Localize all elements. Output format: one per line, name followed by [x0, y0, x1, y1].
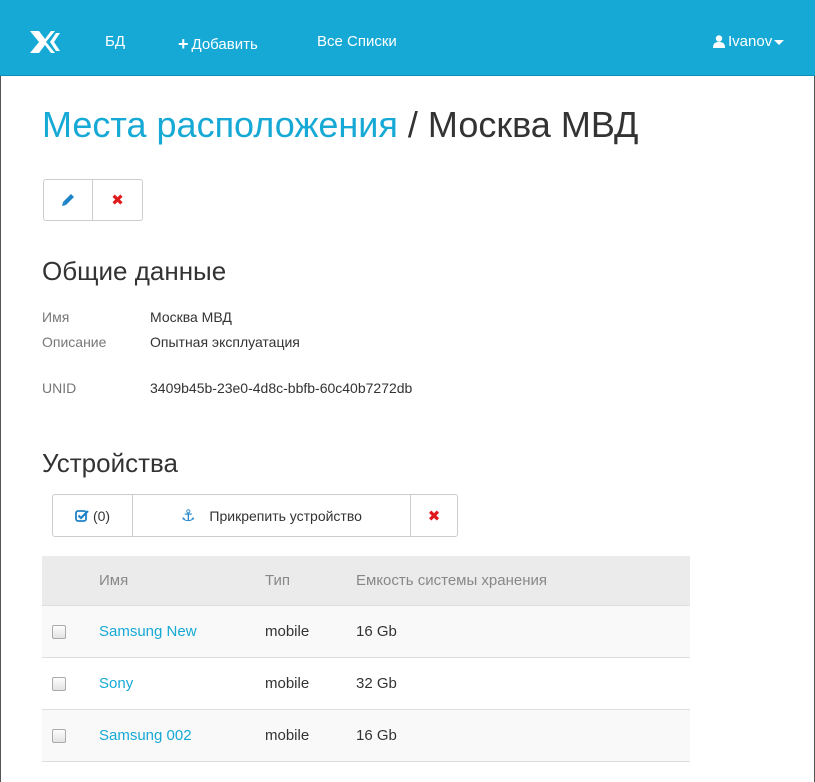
nav-all-lists-link[interactable]: Все Списки: [317, 33, 397, 50]
brand-logo-icon[interactable]: [30, 31, 64, 53]
location-actions: ✖: [43, 179, 143, 221]
general-section-title: Общие данные: [42, 256, 227, 286]
unid-value: 3409b45b-23e0-4d8c-bbfb-60c40b7272db: [150, 380, 413, 396]
device-type: mobile: [265, 623, 310, 640]
column-header-capacity[interactable]: Емкость системы хранения: [356, 556, 547, 605]
name-value: Москва МВД: [150, 309, 232, 325]
table-row: Samsung New mobile 16 Gb: [42, 606, 690, 658]
device-type: mobile: [265, 675, 310, 692]
chevron-down-icon: [774, 39, 785, 45]
delete-button[interactable]: ✖: [93, 180, 142, 220]
device-name-link[interactable]: Samsung New: [99, 606, 197, 657]
attach-device-button[interactable]: ⚓ Прикрепить устройство: [133, 495, 411, 536]
row-checkbox-cell: [52, 658, 66, 709]
user-menu-dropdown[interactable]: Ivanov: [713, 33, 785, 50]
pencil-icon: [62, 194, 74, 206]
row-checkbox[interactable]: [52, 676, 66, 691]
description-value: Опытная эксплуатация: [150, 334, 300, 350]
edit-button[interactable]: [44, 180, 93, 220]
top-navbar: БД + Добавить Все Списки Ivanov: [0, 0, 815, 76]
name-label: Имя: [42, 309, 70, 325]
device-type: mobile: [265, 727, 310, 744]
description-label: Описание: [42, 334, 107, 350]
table-row: Sony mobile 32 Gb: [42, 658, 690, 710]
breadcrumb-locations-link[interactable]: Места расположения: [42, 104, 398, 145]
nav-add-label: Добавить: [191, 36, 258, 53]
row-checkbox[interactable]: [52, 728, 66, 743]
row-checkbox[interactable]: [52, 624, 66, 639]
selected-count: (0): [92, 507, 111, 524]
row-checkbox-cell: [52, 606, 66, 657]
select-all-button[interactable]: (0): [53, 495, 133, 536]
unid-label: UNID: [42, 380, 77, 396]
close-icon: ✖: [427, 507, 441, 525]
checkbox-checked-icon: [75, 510, 89, 522]
table-header: Имя Тип Емкость системы хранения: [42, 556, 690, 606]
user-icon: [713, 35, 725, 48]
breadcrumb-separator: /: [397, 104, 428, 145]
devices-toolbar: (0) ⚓ Прикрепить устройство ✖: [52, 494, 458, 537]
user-name: Ivanov: [728, 33, 773, 50]
nav-add-link[interactable]: + Добавить: [178, 33, 258, 54]
page-title: Места расположения / Москва МВД: [42, 104, 638, 146]
row-checkbox-cell: [52, 710, 66, 761]
plus-icon: +: [178, 34, 189, 54]
location-title: Москва МВД: [427, 104, 639, 145]
device-name-link[interactable]: Samsung 002: [99, 710, 192, 761]
close-icon: ✖: [111, 192, 124, 209]
anchor-icon: ⚓: [181, 507, 196, 525]
attach-device-label: Прикрепить устройство: [209, 507, 362, 524]
column-header-name[interactable]: Имя: [99, 556, 128, 605]
nav-db-link[interactable]: БД: [105, 33, 125, 50]
device-capacity: 16 Gb: [356, 727, 397, 744]
devices-table: Имя Тип Емкость системы хранения Samsung…: [42, 556, 690, 762]
device-name-link[interactable]: Sony: [99, 658, 133, 709]
detach-devices-button[interactable]: ✖: [411, 495, 457, 536]
column-header-type[interactable]: Тип: [265, 556, 290, 605]
device-capacity: 32 Gb: [356, 675, 397, 692]
devices-section-title: Устройства: [42, 448, 179, 478]
table-row: Samsung 002 mobile 16 Gb: [42, 710, 690, 762]
device-capacity: 16 Gb: [356, 623, 397, 640]
